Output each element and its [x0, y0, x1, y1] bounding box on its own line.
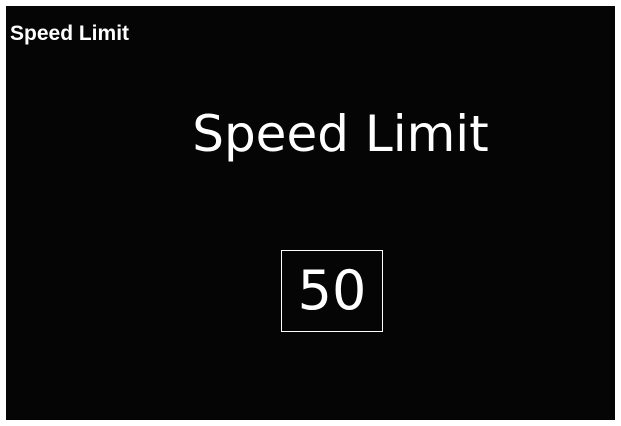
speed-limit-value-box: 50 — [281, 250, 383, 332]
speed-limit-display: Speed Limit Speed Limit 50 — [6, 6, 615, 420]
speed-limit-heading: Speed Limit — [192, 105, 489, 163]
speed-limit-value: 50 — [297, 259, 367, 322]
window-title: Speed Limit — [10, 22, 130, 45]
